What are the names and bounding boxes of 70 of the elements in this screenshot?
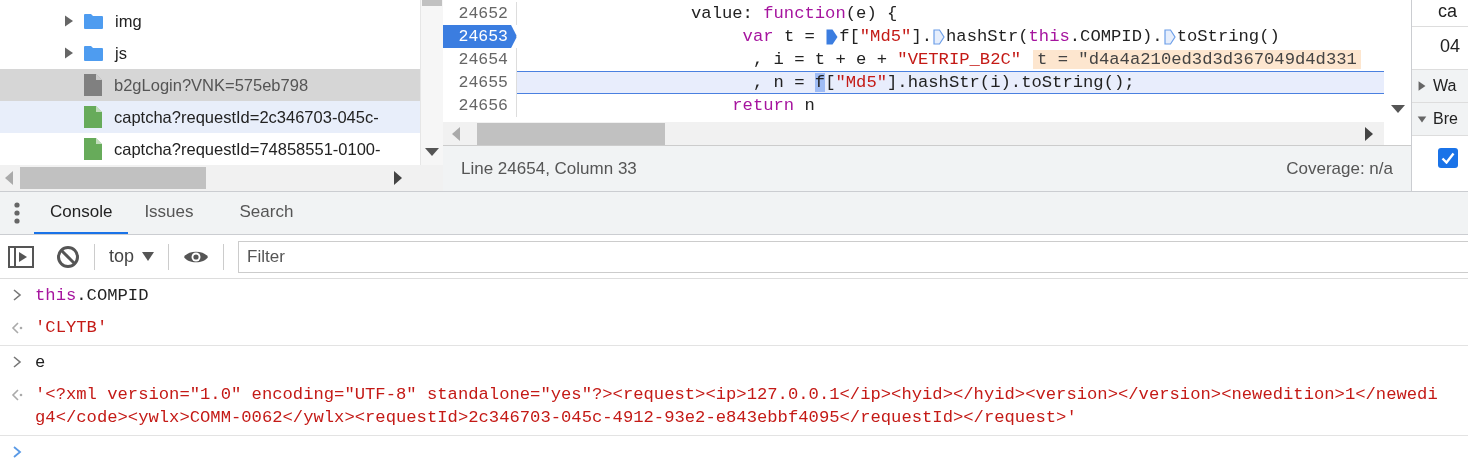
- tree-item[interactable]: captcha?requestId=74858551-0100-: [0, 133, 420, 165]
- scrollbar-thumb[interactable]: [20, 167, 206, 189]
- panel-tab[interactable]: Console: [34, 192, 129, 234]
- scroll-right-arrow-icon[interactable]: [1364, 126, 1374, 141]
- folder-icon: [84, 13, 103, 29]
- code-token: var: [742, 27, 774, 46]
- scroll-down-arrow-icon[interactable]: [425, 147, 439, 157]
- code-token: return: [732, 96, 795, 115]
- inline-breakpoint-icon[interactable]: [826, 27, 839, 46]
- code-token: "Md5": [859, 27, 912, 46]
- code-token: .COMPID: [76, 285, 149, 305]
- horizontal-scrollbar[interactable]: [443, 122, 1384, 146]
- scroll-down-arrow-icon[interactable]: [1390, 104, 1405, 114]
- tree-item[interactable]: js: [0, 37, 420, 69]
- more-options-icon[interactable]: [14, 202, 20, 224]
- panel-tab[interactable]: Search: [223, 192, 310, 234]
- code-token: ].: [911, 27, 932, 46]
- result-arrow-icon: [10, 388, 24, 402]
- filter-field[interactable]: Filter: [238, 240, 1468, 273]
- code-token: value:: [691, 4, 754, 23]
- horizontal-scrollbar[interactable]: [0, 165, 443, 191]
- console-result: g4</code><ywlx>COMM-0062</ywlx><requestId>2c346703-045c-4912-93e2-e843ebbf4095</requestId></request>': [35, 407, 1078, 429]
- scrollbar-thumb[interactable]: [422, 0, 442, 6]
- code-token: (e) {: [845, 4, 898, 23]
- tree-item[interactable]: img: [0, 5, 420, 37]
- context-dropdown[interactable]: top: [109, 246, 155, 267]
- inline-breakpoint-icon[interactable]: [1163, 27, 1176, 46]
- code-token: "VETRIP_B2C": [897, 50, 1022, 69]
- coverage-status: Coverage: n/a: [1286, 158, 1393, 179]
- code-token: hashStr(: [946, 27, 1029, 46]
- code-token: toString(): [1176, 27, 1280, 46]
- inline-value: t = "d4a4a210ed3d3d367049d4d331: [1033, 50, 1361, 69]
- code-token: .COMPID).: [1069, 27, 1163, 46]
- code-token: , n =: [752, 73, 806, 92]
- code-token: n: [804, 96, 815, 115]
- result-arrow-icon: [10, 321, 24, 335]
- code-token: f[: [839, 27, 860, 46]
- sidebar-text: ca: [1438, 1, 1457, 22]
- sidebar-text: 04: [1440, 35, 1461, 57]
- clear-console-icon[interactable]: [56, 244, 80, 269]
- cursor-position: Line 24654, Column 33: [461, 158, 637, 179]
- vertical-scrollbar[interactable]: [420, 0, 443, 165]
- code-token: ].hashStr(i).toString();: [887, 73, 1135, 92]
- caret-icon: [142, 252, 155, 261]
- code-token: this: [1028, 27, 1070, 46]
- code-token: "Md5": [835, 73, 888, 92]
- console-result: '<?xml version="1.0" encoding="UTF-8" standalone="yes"?><request><ip>127.0.0.1</ip><hyid></hyid><version></version><newedition>1</newedi: [35, 384, 1438, 406]
- checkbox[interactable]: [1438, 148, 1458, 168]
- inline-breakpoint-icon[interactable]: [933, 27, 945, 46]
- console-result: 'CLYTB': [35, 317, 108, 339]
- code-token: function: [763, 4, 846, 23]
- section-header[interactable]: Bre: [1412, 103, 1468, 136]
- folder-icon: [84, 45, 103, 61]
- line-number[interactable]: 24653: [443, 25, 517, 48]
- code-token: e: [35, 352, 46, 372]
- tree-item[interactable]: captcha?requestId=2c346703-045c-: [0, 101, 420, 133]
- panel-tab[interactable]: Issues: [128, 192, 224, 234]
- sidebar-toggle-icon[interactable]: [8, 245, 34, 268]
- scroll-right-arrow-icon[interactable]: [393, 171, 403, 185]
- tree-item[interactable]: b2gLogin?VNK=575eb798: [0, 69, 420, 101]
- code-token: [: [825, 73, 836, 92]
- section-header[interactable]: Wa: [1412, 70, 1468, 103]
- code-token: this: [35, 285, 77, 305]
- expand-arrow-icon[interactable]: [1416, 113, 1428, 125]
- code-token: t =: [783, 27, 816, 46]
- selected-code: f: [814, 73, 826, 92]
- collapse-arrow-icon[interactable]: [1416, 80, 1428, 92]
- code-token: , i = t + e +: [752, 50, 888, 69]
- scrollbar-thumb[interactable]: [477, 122, 665, 145]
- line-number[interactable]: 24655: [443, 71, 517, 94]
